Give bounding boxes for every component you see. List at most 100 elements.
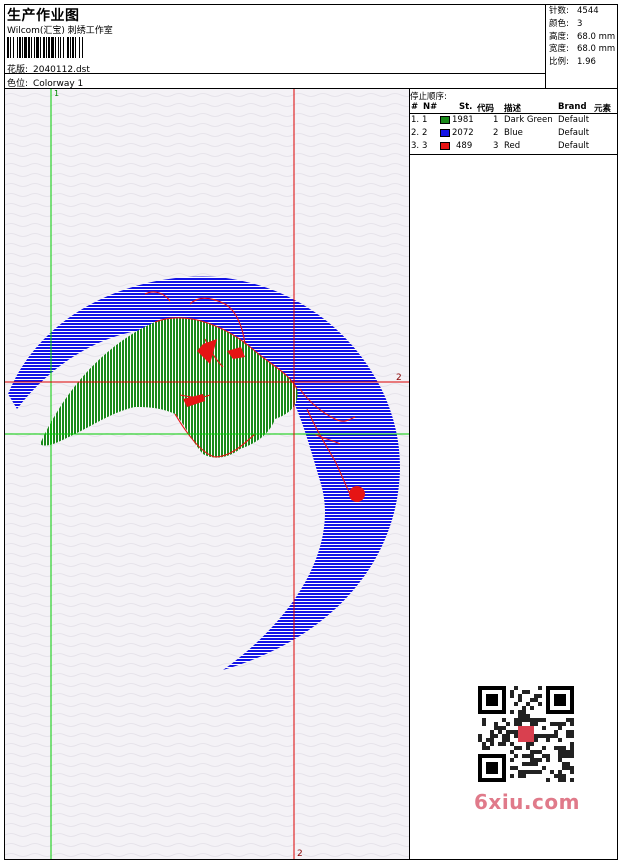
qr-module [566, 730, 570, 734]
qr-module [534, 722, 538, 726]
qr-module [490, 734, 494, 738]
qr-module [526, 746, 530, 750]
stat-stitches: 针数: 4544 [549, 6, 599, 16]
barcode-bar [24, 37, 27, 58]
qr-module [562, 774, 566, 778]
qr-module [534, 738, 538, 742]
qr-module [562, 762, 566, 766]
qr-module [518, 714, 522, 718]
stop-sequence-label: 停止顺序: [410, 92, 447, 102]
qr-module [566, 762, 570, 766]
qr-module [546, 734, 550, 738]
qr-module [502, 718, 506, 722]
qr-module [546, 754, 550, 758]
qr-module [510, 750, 514, 754]
qr-module [550, 734, 554, 738]
qr-module [534, 734, 538, 738]
color-swatch [440, 116, 450, 124]
barcode-bar [28, 37, 30, 58]
qr-module [514, 718, 518, 722]
qr-module [518, 718, 522, 722]
qr-module [506, 722, 510, 726]
guide-marker-green: 1 [54, 89, 59, 98]
barcode-bar [40, 37, 41, 58]
guide-marker-red-h: 2 [396, 373, 402, 383]
qr-module [546, 738, 550, 742]
qr-module [518, 770, 522, 774]
design-canvas[interactable]: 1 2 2 [5, 89, 409, 859]
qr-module [570, 770, 574, 774]
design-row: 花版: 2040112.dst [7, 62, 90, 75]
qr-module [506, 738, 510, 742]
barcode-bar [46, 37, 47, 58]
qr-module [530, 706, 534, 710]
qr-module [510, 766, 514, 770]
qr-module [566, 766, 570, 770]
qr-module [514, 686, 518, 690]
qr-module [510, 690, 514, 694]
qr-module [558, 754, 562, 758]
qr-module [510, 694, 514, 698]
qr-module [510, 730, 514, 734]
qr-module [550, 770, 554, 774]
qr-module [534, 758, 538, 762]
colorway-row: 色位: Colorway 1 [7, 76, 83, 89]
qr-module [562, 754, 566, 758]
qr-module [522, 690, 526, 694]
qr-module [554, 734, 558, 738]
qr-module [510, 710, 514, 714]
barcode-bar [72, 37, 74, 58]
qr-module [522, 774, 526, 778]
qr-center-badge [518, 726, 534, 742]
qr-module [526, 714, 530, 718]
qr-module [542, 754, 546, 758]
qr-module [530, 754, 534, 758]
qr-module [558, 726, 562, 730]
qr-module [486, 738, 490, 742]
barcode-bar [34, 37, 35, 58]
barcode-bar [43, 37, 45, 58]
qr-module [542, 726, 546, 730]
table-row[interactable]: 2. 2 2072 2 Blue Default [410, 128, 617, 140]
qr-module [514, 766, 518, 770]
qr-module [558, 774, 562, 778]
qr-module [542, 746, 546, 750]
table-row[interactable]: 3. 3 489 3 Red Default [410, 141, 617, 153]
qr-module [518, 710, 522, 714]
barcode-bar [13, 37, 14, 58]
watermark-logo: 6xiu.com [474, 790, 580, 814]
qr-module [498, 726, 502, 730]
qr-module [530, 718, 534, 722]
qr-module [558, 746, 562, 750]
qr-module [570, 750, 574, 754]
qr-module [538, 758, 542, 762]
qr-module [566, 718, 570, 722]
qr-module [478, 734, 482, 738]
qr-module [538, 694, 542, 698]
table-row[interactable]: 1. 1 1981 1 Dark Green Default [410, 115, 617, 127]
qr-module [534, 718, 538, 722]
qr-module [570, 734, 574, 738]
barcode-bar [36, 37, 39, 58]
qr-module [498, 730, 502, 734]
qr-module [546, 758, 550, 762]
qr-module [522, 770, 526, 774]
qr-module [562, 746, 566, 750]
qr-module [478, 738, 482, 742]
qr-module [526, 690, 530, 694]
qr-module [482, 742, 486, 746]
qr-module [570, 766, 574, 770]
barcode-bar [22, 37, 23, 58]
qr-module [538, 770, 542, 774]
qr-module [530, 722, 534, 726]
qr-module [526, 770, 530, 774]
qr-module [542, 766, 546, 770]
qr-module [538, 702, 542, 706]
qr-module [530, 770, 534, 774]
barcode-bar [55, 37, 56, 58]
qr-module [566, 750, 570, 754]
colorway-value: Colorway 1 [33, 79, 84, 89]
qr-finder [486, 762, 498, 774]
qr-module [510, 758, 514, 762]
color-swatch [440, 129, 450, 137]
